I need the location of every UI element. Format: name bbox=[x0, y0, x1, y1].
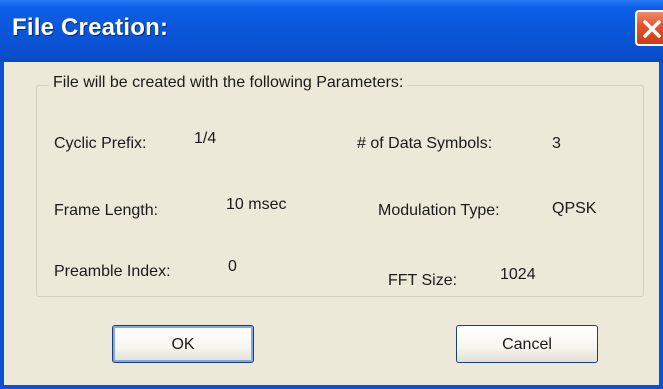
ok-button[interactable]: OK bbox=[112, 325, 254, 363]
close-button[interactable] bbox=[635, 10, 663, 46]
cyclic-prefix-label: Cyclic Prefix: bbox=[54, 135, 147, 152]
fft-size-label: FFT Size: bbox=[388, 272, 458, 289]
title-bar[interactable]: File Creation: bbox=[0, 0, 663, 62]
preamble-index-label: Preamble Index: bbox=[54, 263, 171, 280]
groupbox-legend: File will be created with the following … bbox=[49, 74, 408, 92]
cancel-button[interactable]: Cancel bbox=[456, 325, 598, 363]
preamble-index-value: 0 bbox=[228, 258, 237, 275]
cyclic-prefix-value: 1/4 bbox=[194, 130, 217, 147]
frame-length-label: Frame Length: bbox=[54, 202, 159, 219]
data-symbols-label: # of Data Symbols: bbox=[357, 135, 493, 152]
window-title: File Creation: bbox=[12, 14, 169, 41]
modulation-type-value: QPSK bbox=[552, 200, 597, 217]
data-symbols-value: 3 bbox=[552, 135, 561, 152]
file-creation-dialog: File Creation: File will be created with… bbox=[0, 0, 663, 389]
fft-size-value: 1024 bbox=[500, 266, 536, 283]
frame-length-value: 10 msec bbox=[226, 196, 287, 213]
modulation-type-label: Modulation Type: bbox=[378, 202, 500, 219]
close-icon bbox=[643, 20, 661, 38]
